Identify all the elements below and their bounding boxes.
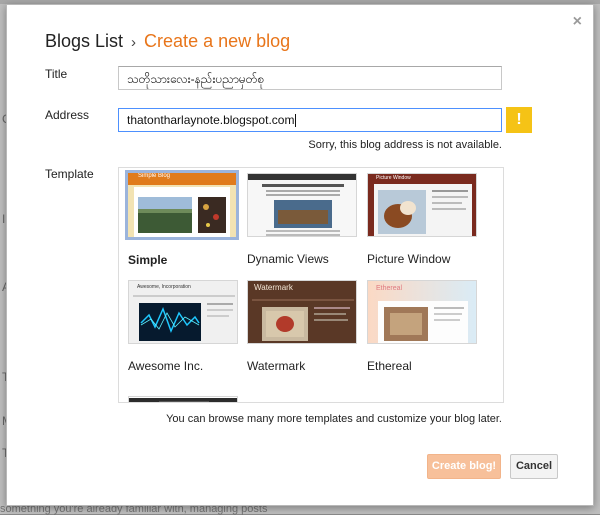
simple-thumb-title: Simple Blog (138, 173, 171, 179)
address-input-value: thatontharlaynote.blogspot.com (127, 113, 295, 127)
template-name: Dynamic Views (247, 252, 329, 266)
browse-templates-note: You can browse many more templates and c… (166, 413, 502, 425)
background-letter: I (2, 212, 6, 226)
picture-window-thumb-title: Picture Window (376, 175, 411, 181)
breadcrumb: Blogs List › Create a new blog (45, 31, 290, 52)
template-watermark[interactable]: Watermark Watermark (247, 280, 359, 373)
page-title: Create a new blog (144, 31, 291, 51)
breadcrumb-blogs-list[interactable]: Blogs List (45, 31, 123, 51)
template-name: Awesome Inc. (128, 359, 204, 373)
template-awesome-inc[interactable]: Awesome, Incorporation Awesome Inc. (128, 280, 240, 373)
template-thumbnail-simple[interactable]: Simple Blog (125, 170, 239, 240)
chevron-right-icon: › (131, 34, 137, 51)
awesome-inc-preview-image (129, 281, 237, 343)
title-input-value: သတိုသားလေး-နည်းပညာမှတ်စု (127, 72, 265, 86)
template-partial[interactable] (128, 396, 240, 402)
template-dynamic-views[interactable]: Dynamic Views (247, 173, 359, 266)
template-name: Ethereal (367, 359, 412, 373)
awesome-inc-thumb-title: Awesome, Incorporation (137, 284, 191, 290)
ethereal-thumb-title: Ethereal (376, 285, 403, 292)
create-blog-button[interactable]: Create blog! (427, 454, 501, 479)
template-name: Watermark (247, 359, 306, 373)
address-label: Address (45, 108, 90, 122)
template-simple[interactable]: Simple Blog Simple (125, 170, 240, 267)
text-caret (295, 114, 297, 128)
template-picture-window[interactable]: Picture Window Picture Window (367, 173, 479, 266)
watermark-thumb-title: Watermark (254, 283, 293, 292)
template-name: Simple (128, 253, 168, 267)
template-name: Picture Window (367, 252, 451, 266)
warning-icon: ! (506, 107, 532, 133)
cancel-button[interactable]: Cancel (510, 454, 558, 479)
simple-preview-image (128, 173, 236, 237)
partial-template-preview (129, 398, 237, 402)
title-input[interactable]: သတိုသားလေး-နည်းပညာမှတ်စု (118, 66, 502, 90)
template-thumbnail-ethereal[interactable]: Ethereal (367, 280, 477, 344)
template-gallery[interactable]: Simple Blog Simple Dynamic Views Picture… (118, 167, 504, 403)
template-thumbnail-dynamic-views[interactable] (247, 173, 357, 237)
title-label: Title (45, 67, 68, 81)
dynamic-views-preview-image (248, 174, 356, 236)
address-error-message: Sorry, this blog address is not availabl… (308, 139, 502, 151)
template-thumbnail-watermark[interactable]: Watermark (247, 280, 357, 344)
close-icon[interactable]: × (573, 14, 582, 30)
picture-window-preview-image (368, 174, 476, 236)
template-label: Template (45, 167, 94, 181)
template-thumbnail-awesome-inc[interactable]: Awesome, Incorporation (128, 280, 238, 344)
create-blog-dialog: × Blogs List › Create a new blog Title သတိ… (6, 4, 594, 506)
address-input[interactable]: thatontharlaynote.blogspot.com (118, 108, 502, 132)
template-ethereal[interactable]: Ethereal Ethereal (367, 280, 479, 373)
template-thumbnail-partial[interactable] (128, 396, 238, 402)
template-thumbnail-picture-window[interactable]: Picture Window (367, 173, 477, 237)
